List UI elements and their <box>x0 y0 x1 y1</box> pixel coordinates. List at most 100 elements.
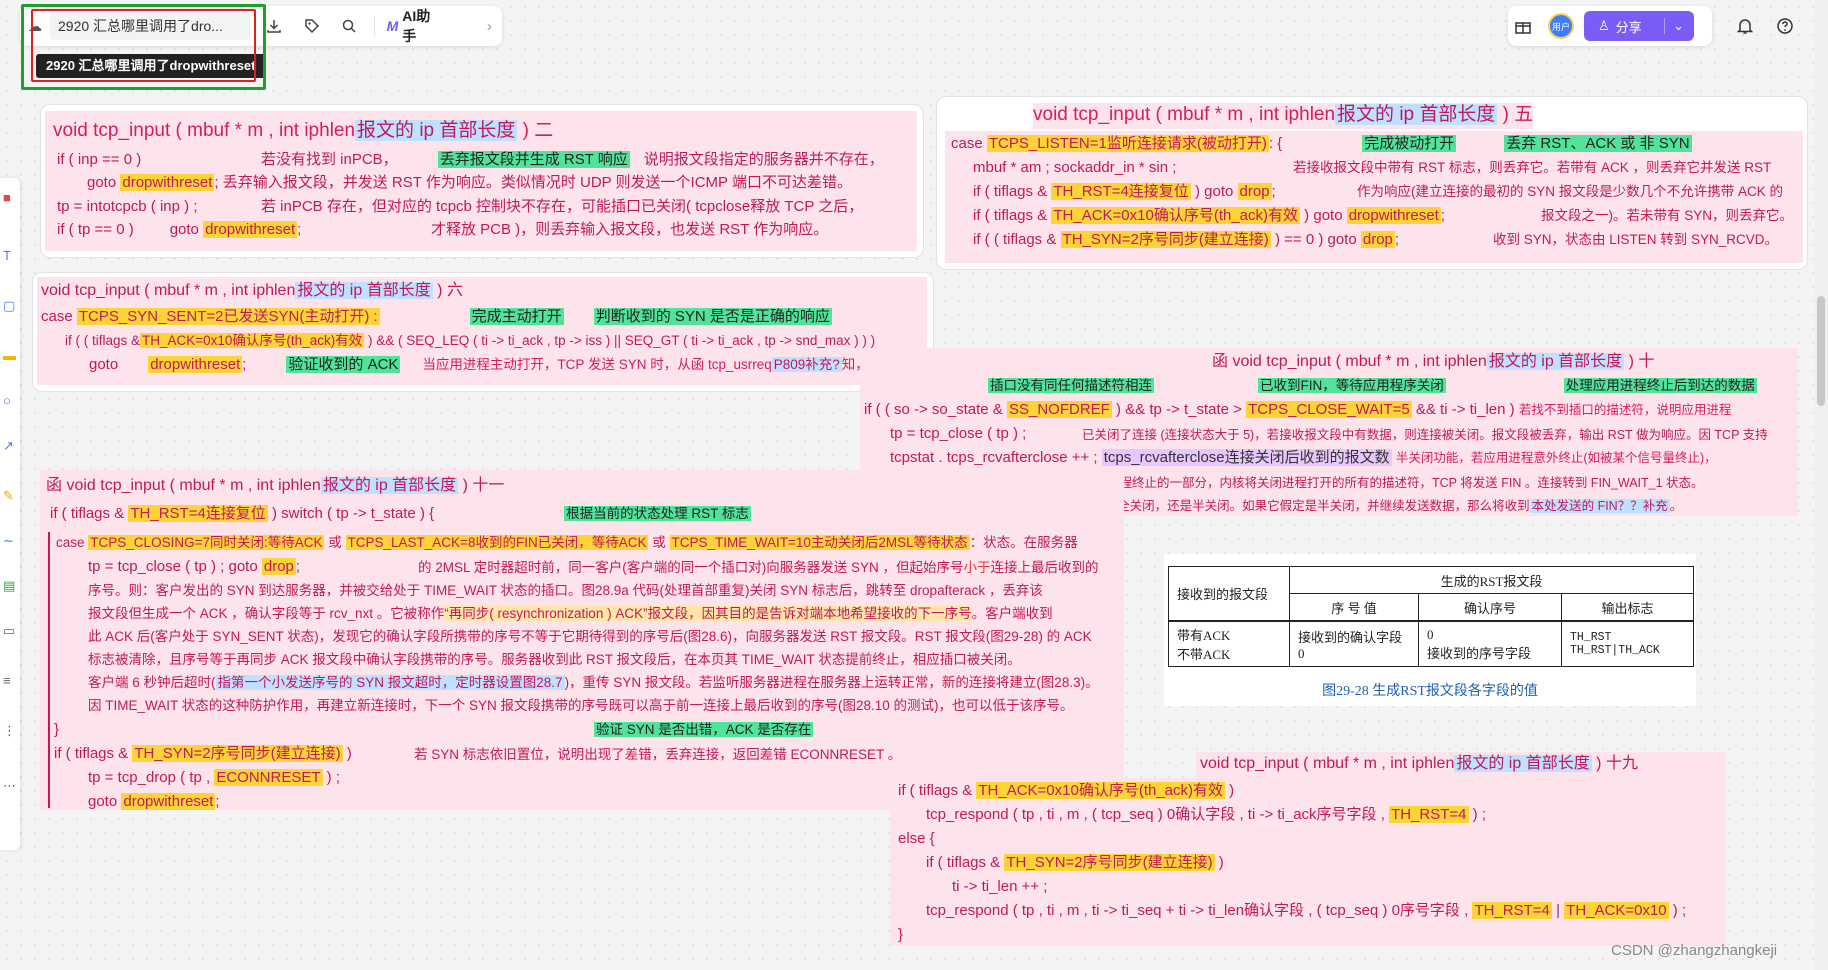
card5-line2-note: 若接收报文段中带有 RST 标志，则丢弃它。若带有 ACK ，则丢弃它并发送 R… <box>1293 158 1771 178</box>
code: tp = tcp_close ( tp ) ; <box>890 425 1027 442</box>
note: 客户端 6 秒钟后超时( <box>88 675 216 690</box>
cell-text: 带有ACK <box>1177 628 1231 643</box>
code: ) ; <box>1468 806 1487 823</box>
code: ) goto <box>1300 207 1343 224</box>
code: if ( tiflags & <box>50 505 125 522</box>
help-icon[interactable] <box>1770 17 1800 35</box>
chevron-down-icon[interactable]: ⌄ <box>1664 18 1684 34</box>
note-hl: 完成被动打开 <box>1362 135 1457 152</box>
code-hl: TH_ACK=0x10确认序号(th_ack)有效 <box>1051 207 1301 224</box>
search-icon[interactable] <box>336 13 361 39</box>
card10-line4: tcpstat . tcps_rcvafterclose ++ ; tcps_r… <box>890 448 1717 468</box>
note: )，重传 SYN 报文段。若监听服务器进程在服务器上运转正常，新的连接将建立(图… <box>564 675 1099 690</box>
card19-line2: tcp_respond ( tp , ti , m , ( tcp_seq ) … <box>926 805 1486 825</box>
card19-header-tail: ) 十九 <box>1591 755 1638 772</box>
note-tool-icon[interactable]: ▬ <box>3 348 16 363</box>
card6-line1: case TCPS_SYN_SENT=2已发送SYN(主动打开) : 完成主动打开… <box>41 307 832 327</box>
connector-tool-icon[interactable]: ↗ <box>3 438 14 454</box>
card19-header: void tcp_input ( mbuf * m , int iphlen 报文… <box>1200 754 1638 774</box>
code: if ( tiflags & <box>54 745 129 762</box>
card6-line3: goto dropwithreset; 验证收到的 ACK 当应用进程主动打开，TCP… <box>89 355 869 375</box>
code: | <box>1556 902 1560 919</box>
note-emph: 小于 <box>963 560 991 575</box>
tag-icon[interactable] <box>299 13 324 39</box>
ai-assistant-button[interactable]: M AI助手 <box>387 6 443 46</box>
share-button[interactable]: ♙ 分享 ⌄ <box>1584 11 1694 41</box>
card5-line4-note: 报文段之一)。若未带有 SYN，则丢弃它。 <box>1541 206 1793 226</box>
vertical-scrollbar[interactable] <box>1814 0 1828 970</box>
bell-icon[interactable] <box>1730 17 1760 35</box>
pen-tool-icon[interactable]: ✎ <box>3 488 14 504</box>
note: 做为进程终止的一部分，内核将关闭进程打开的所有的描述符，TCP 将发送 FIN … <box>1082 476 1704 490</box>
code-hl: dropwithreset <box>121 793 216 810</box>
code-hl: SS_NOFDREF <box>1006 401 1112 418</box>
code: if ( tiflags & <box>898 782 973 799</box>
note-card-6[interactable]: void tcp_input ( mbuf * m , int iphlen 报文… <box>32 272 934 392</box>
code-hl: TH_SYN=2序号同步(建立连接) <box>132 745 343 762</box>
curve-tool-icon[interactable]: ∼ <box>3 533 14 549</box>
note: 半关闭功能，若应用进程意外终止(如被某个信号量终止)， <box>1395 451 1717 465</box>
code-hl: TCPS_LISTEN=1监听连接请求(被动打开) <box>986 135 1269 152</box>
code: case <box>951 135 983 152</box>
code-hl: TH_RST=4连接复位 <box>1051 183 1191 200</box>
note-card-5[interactable]: void tcp_input ( mbuf * m , int iphlen 报文… <box>936 96 1808 270</box>
code: goto <box>169 221 199 238</box>
sticky-note-icon[interactable]: ■ <box>3 190 11 205</box>
text-tool-icon[interactable]: T <box>3 248 11 263</box>
code: if ( tp == 0 ) <box>57 221 134 238</box>
code: if ( ( tiflags & <box>65 333 141 348</box>
scrollbar-thumb[interactable] <box>1817 296 1825 406</box>
card11-line13: goto dropwithreset; <box>88 792 220 812</box>
avatar[interactable]: 用户 <box>1548 13 1574 39</box>
chevron-right-icon[interactable]: › <box>477 13 502 39</box>
code-hl: TH_RST=4 <box>1472 902 1552 919</box>
note-card-2[interactable]: void tcp_input ( mbuf * m , int iphlen 报文… <box>40 104 924 258</box>
card5-line5-note: 收到 SYN，状态由 LISTEN 转到 SYN_RCVD。 <box>1493 230 1778 250</box>
card19-line1: if ( tiflags & TH_ACK=0x10确认序号(th_ack)有效… <box>898 781 1234 801</box>
card10-line1: 插口没有同任何描述符相连 已收到FIN，等待应用程序关闭 处理应用进程终止后到达的数… <box>988 376 1757 396</box>
card11-line10: } <box>54 720 59 740</box>
table-header-group: 生成的RST报文段 <box>1289 566 1694 594</box>
ai-logo-icon: M <box>386 18 399 34</box>
code: if ( inp == 0 ) <box>57 151 142 168</box>
code-hl: TCPS_SYN_SENT=2已发送SYN(主动打开) : <box>76 308 380 325</box>
card2-line1-note: 若没有找到 inPCB， 丢弃报文段并生成 RST 响应 说明报文段指定的服务器并不… <box>261 150 884 170</box>
note: 说明报文段指定的服务器并不存在， <box>643 151 884 168</box>
card10-header-hl: 报文的 ip 首部长度 <box>1486 353 1625 370</box>
table-tool-icon[interactable]: ▤ <box>3 578 15 594</box>
code-hl: TH_ACK=0x10确认序号(th_ack)有效 <box>140 333 365 348</box>
note: 标志被清除，且序号等于再同步 ACK 报文段中确认字段携带的序号。服务器收到此 … <box>88 652 1021 667</box>
code-hl: dropwithreset <box>1346 207 1441 224</box>
list-tool-icon[interactable]: ≡ <box>3 673 11 688</box>
note: 报文段但生成一个 ACK ，确认字段等于 rcv_nxt 。它被称作 <box>88 606 445 621</box>
card2-header-text: void tcp_input ( mbuf * m , int iphlen <box>53 120 356 141</box>
figure-caption: 图29-28 生成RST报文段各字段的值 <box>1322 684 1538 699</box>
code: ; <box>295 558 301 575</box>
cell-text: 接收到的序号字段 <box>1427 645 1532 661</box>
gift-box-icon[interactable] <box>1508 17 1538 35</box>
doc-tool-icon[interactable]: ▭ <box>3 623 15 639</box>
note: 序号。则：客户发出的 SYN 到达服务器，并被交给处于 TIME_WAIT 状态… <box>88 583 1043 598</box>
code: 或 <box>328 535 342 550</box>
card10-header-tail: ) 十 <box>1624 353 1655 370</box>
note: 的 2MSL 定时器超时前，同一客户(客户端的同一个插口对)向服务器发送 SYN… <box>418 560 964 575</box>
code: goto <box>87 174 117 191</box>
top-right-toolbar: 用户 ♙ 分享 ⌄ <box>1508 6 1712 46</box>
table-header-ack: 确认序号 <box>1418 593 1562 622</box>
card6-header: void tcp_input ( mbuf * m , int iphlen 报文… <box>41 281 463 301</box>
code: if ( tiflags & <box>926 854 1001 871</box>
frame-tool-icon[interactable]: ▢ <box>3 298 15 314</box>
cell-text: 接收到的确认字段 <box>1298 629 1403 645</box>
note-hl: “再同步( resynchronization ) ACK”报文段，因其目的是告… <box>444 606 972 621</box>
shape-tool-icon[interactable]: ○ <box>3 393 11 408</box>
card19-line3: else { <box>898 829 935 849</box>
note-hl: 插口没有同任何描述符相连 <box>988 378 1154 393</box>
table-cell-ack: 0 接收到的序号字段 <box>1418 620 1562 667</box>
table-header-seq: 序 号 值 <box>1289 593 1419 622</box>
card5-line1: case TCPS_LISTEN=1监听连接请求(被动打开): {完成被动打开 丢… <box>951 134 1692 154</box>
mindmap-tool-icon[interactable]: ⋮ <box>3 723 16 739</box>
more-tools-icon[interactable]: ⋯ <box>3 778 16 794</box>
code: ti -> ti_len ++ ; <box>952 878 1048 895</box>
card11-line6: 此 ACK 后(客户处于 SYN_SENT 状态)，发现它的确认字段所携带的序号… <box>88 627 1092 647</box>
note: 此 ACK 后(客户处于 SYN_SENT 状态)，发现它的确认字段所携带的序号… <box>88 629 1092 644</box>
